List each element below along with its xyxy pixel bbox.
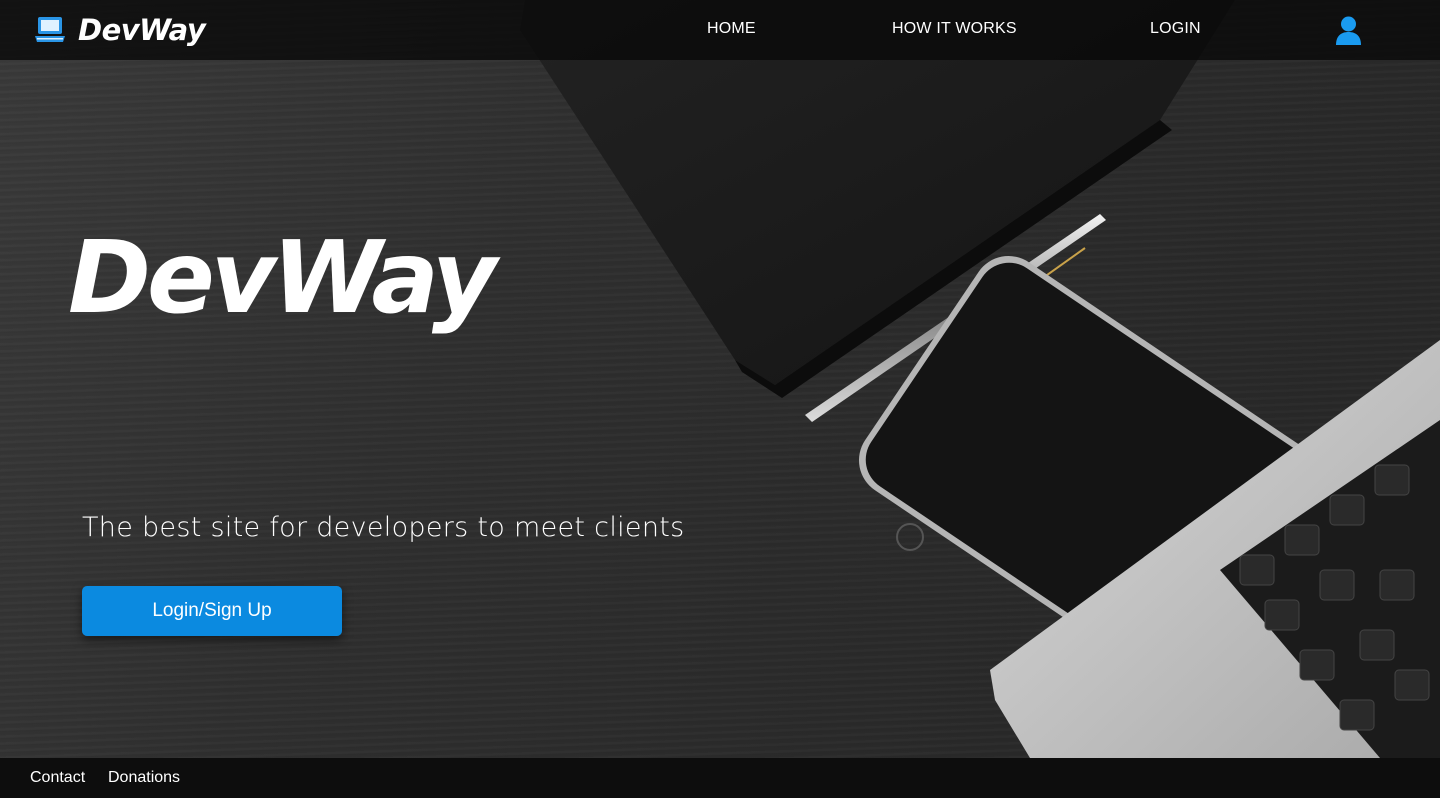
nav-home-link[interactable]: HOME	[707, 20, 756, 38]
brand-logo[interactable]: DevWay	[34, 12, 206, 48]
hero-title: DevWay	[68, 219, 497, 336]
login-signup-button[interactable]: Login/Sign Up	[82, 586, 342, 636]
brand-name: DevWay	[78, 13, 206, 47]
landing-page: DevWay The best site for developers to m…	[0, 0, 1440, 798]
laptop-icon	[35, 17, 65, 42]
hero-background-image	[520, 0, 1440, 758]
hero-section: DevWay The best site for developers to m…	[0, 0, 1440, 758]
hero-tagline: The best site for developers to meet cli…	[82, 512, 685, 543]
nav-how-it-works-link[interactable]: HOW IT WORKS	[892, 20, 1017, 38]
footer-donations-link[interactable]: Donations	[108, 769, 180, 787]
top-navbar: DevWay HOME HOW IT WORKS LOGIN	[0, 0, 1440, 60]
footer-contact-link[interactable]: Contact	[30, 769, 85, 787]
user-icon[interactable]	[1335, 16, 1362, 45]
footer: Contact Donations	[0, 758, 1440, 798]
nav-login-link[interactable]: LOGIN	[1150, 20, 1201, 38]
